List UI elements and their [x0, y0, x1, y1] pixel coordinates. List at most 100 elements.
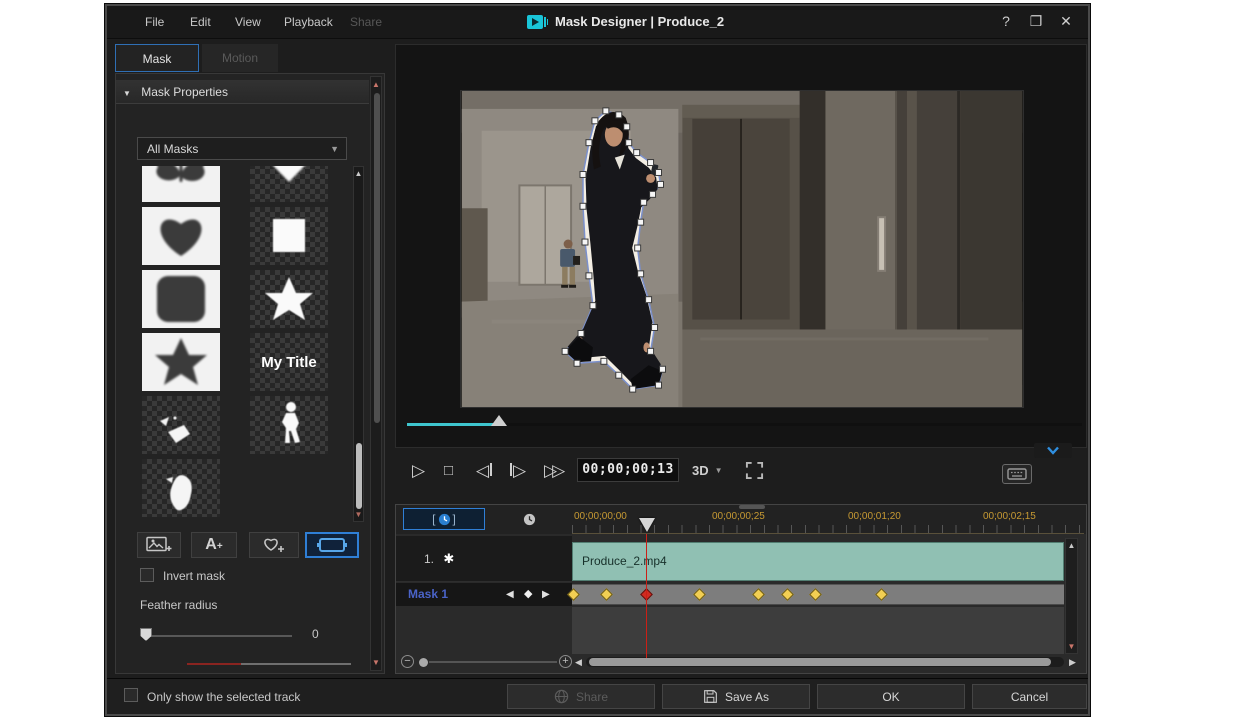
- mask-control-point[interactable]: [580, 203, 586, 209]
- mask-control-point[interactable]: [658, 181, 664, 187]
- gallery-scrollbar[interactable]: ▲ ▼: [353, 166, 364, 522]
- only-show-selected-track-checkbox[interactable]: [124, 688, 138, 702]
- clock-view-button[interactable]: [489, 508, 569, 530]
- mask-thumb-fragments[interactable]: [142, 396, 220, 454]
- previous-frame-button[interactable]: ◁: [476, 458, 492, 484]
- mask-control-point[interactable]: [652, 325, 658, 331]
- keyframe-mode-button[interactable]: [ ]: [403, 508, 485, 530]
- 3d-dropdown[interactable]: 3D ▼: [692, 458, 723, 482]
- stop-button[interactable]: □: [444, 458, 453, 484]
- keyframe-diamond[interactable]: [782, 588, 795, 601]
- mask-control-point[interactable]: [648, 348, 654, 354]
- scroll-down-icon[interactable]: ▼: [371, 658, 381, 667]
- save-as-button[interactable]: Save As: [662, 684, 810, 709]
- help-icon[interactable]: ?: [995, 13, 1017, 29]
- timecode-display[interactable]: 00;00;00;13: [577, 458, 679, 482]
- scroll-down-icon[interactable]: ▼: [354, 510, 363, 519]
- menu-playback[interactable]: Playback: [284, 15, 333, 29]
- mask-control-point[interactable]: [646, 297, 652, 303]
- mask-control-point[interactable]: [624, 124, 630, 130]
- mask-thumb-person[interactable]: [250, 396, 328, 454]
- mask-filter-dropdown[interactable]: All Masks ▼: [137, 137, 347, 160]
- menu-file[interactable]: File: [145, 15, 164, 29]
- add-image-mask-button[interactable]: [137, 532, 181, 558]
- keyframe-diamond[interactable]: [875, 588, 888, 601]
- invert-mask-checkbox[interactable]: [140, 568, 154, 582]
- mask-control-point[interactable]: [580, 171, 586, 177]
- mask-control-point[interactable]: [630, 386, 636, 392]
- mask-control-point[interactable]: [578, 330, 584, 336]
- mask-properties-header[interactable]: ▼ Mask Properties: [116, 80, 369, 104]
- display-options-button[interactable]: [1002, 464, 1032, 484]
- previous-keyframe-icon[interactable]: ◀: [506, 583, 514, 606]
- panel-scrollbar-thumb[interactable]: [374, 93, 380, 423]
- scroll-right-icon[interactable]: ▶: [1069, 657, 1076, 668]
- mask-control-point[interactable]: [656, 382, 662, 388]
- add-keyframe-icon[interactable]: ◆: [524, 583, 532, 606]
- mask-control-point[interactable]: [650, 191, 656, 197]
- mask-thumb-butterfly[interactable]: [142, 166, 220, 202]
- mask-control-point[interactable]: [616, 372, 622, 378]
- timeline-zoom-out-button[interactable]: −: [401, 655, 414, 668]
- mask-control-point[interactable]: [601, 358, 607, 364]
- ok-button[interactable]: OK: [817, 684, 965, 709]
- mask-control-point[interactable]: [603, 108, 609, 114]
- tab-motion[interactable]: Motion: [202, 44, 278, 72]
- menu-view[interactable]: View: [235, 15, 261, 29]
- rectangle-mask-button[interactable]: [305, 532, 359, 558]
- gallery-scrollbar-thumb[interactable]: [356, 443, 362, 509]
- preview-video-frame[interactable]: [460, 90, 1024, 408]
- keyframe-diamond[interactable]: [693, 588, 706, 601]
- mask-control-point[interactable]: [660, 366, 666, 372]
- fullscreen-button[interactable]: [745, 461, 764, 485]
- keyframe-diamond[interactable]: [600, 588, 613, 601]
- maximize-icon[interactable]: ❐: [1025, 13, 1047, 30]
- timeline-hscrollbar-thumb[interactable]: [589, 658, 1051, 666]
- scroll-down-icon[interactable]: ▼: [1066, 642, 1077, 651]
- mask-control-point[interactable]: [638, 219, 644, 225]
- mask-thumb-rounded-square[interactable]: [142, 270, 220, 328]
- mask-thumb-chevron[interactable]: [250, 166, 328, 202]
- mask-control-point[interactable]: [648, 160, 654, 166]
- mask-thumb-star[interactable]: [142, 333, 220, 391]
- mask-thumb-bird[interactable]: [142, 459, 220, 517]
- next-keyframe-icon[interactable]: ▶: [542, 583, 550, 606]
- mask-control-point[interactable]: [582, 239, 588, 245]
- scroll-up-icon[interactable]: ▲: [371, 80, 381, 89]
- mask-control-point[interactable]: [634, 150, 640, 156]
- mask-control-point[interactable]: [635, 245, 641, 251]
- seek-slider-track[interactable]: [407, 423, 1082, 426]
- mask-control-point[interactable]: [626, 140, 632, 146]
- timeline-zoom-track[interactable]: [429, 661, 557, 663]
- next-frame-button[interactable]: ▷: [510, 458, 526, 484]
- mask-control-point[interactable]: [638, 271, 644, 277]
- mask-thumb-square[interactable]: [250, 207, 328, 265]
- mask-control-point[interactable]: [574, 360, 580, 366]
- mask-control-point[interactable]: [586, 140, 592, 146]
- mask-control-point[interactable]: [641, 199, 647, 205]
- play-button[interactable]: ▷: [412, 458, 425, 484]
- add-title-mask-button[interactable]: A+: [191, 532, 237, 558]
- timeline-zoom-in-button[interactable]: +: [559, 655, 572, 668]
- mask-thumb-title[interactable]: My Title: [250, 333, 328, 391]
- track1-header[interactable]: 1. ✱: [396, 536, 572, 582]
- scroll-left-icon[interactable]: ◀: [575, 657, 582, 668]
- menu-edit[interactable]: Edit: [190, 15, 211, 29]
- panel-scrollbar[interactable]: ▲ ▼: [370, 76, 382, 671]
- close-icon[interactable]: ✕: [1055, 13, 1077, 30]
- mask-control-point[interactable]: [562, 348, 568, 354]
- panel-resize-handle[interactable]: [739, 505, 765, 509]
- collapse-preview-button[interactable]: [1034, 443, 1072, 458]
- mask-thumb-heart[interactable]: [142, 207, 220, 265]
- cancel-button[interactable]: Cancel: [972, 684, 1087, 709]
- keyframe-diamond[interactable]: [752, 588, 765, 601]
- mask-track-header[interactable]: Mask 1 ◀ ◆ ▶: [396, 583, 572, 606]
- tab-mask[interactable]: Mask: [115, 44, 199, 72]
- mask-control-point[interactable]: [592, 118, 598, 124]
- keyframe-diamond[interactable]: [809, 588, 822, 601]
- fast-forward-button[interactable]: ▷▷: [544, 458, 560, 484]
- scroll-up-icon[interactable]: ▲: [1066, 541, 1077, 550]
- mask-control-point[interactable]: [586, 273, 592, 279]
- seek-slider-handle[interactable]: [491, 415, 507, 426]
- mask-control-point[interactable]: [616, 112, 622, 118]
